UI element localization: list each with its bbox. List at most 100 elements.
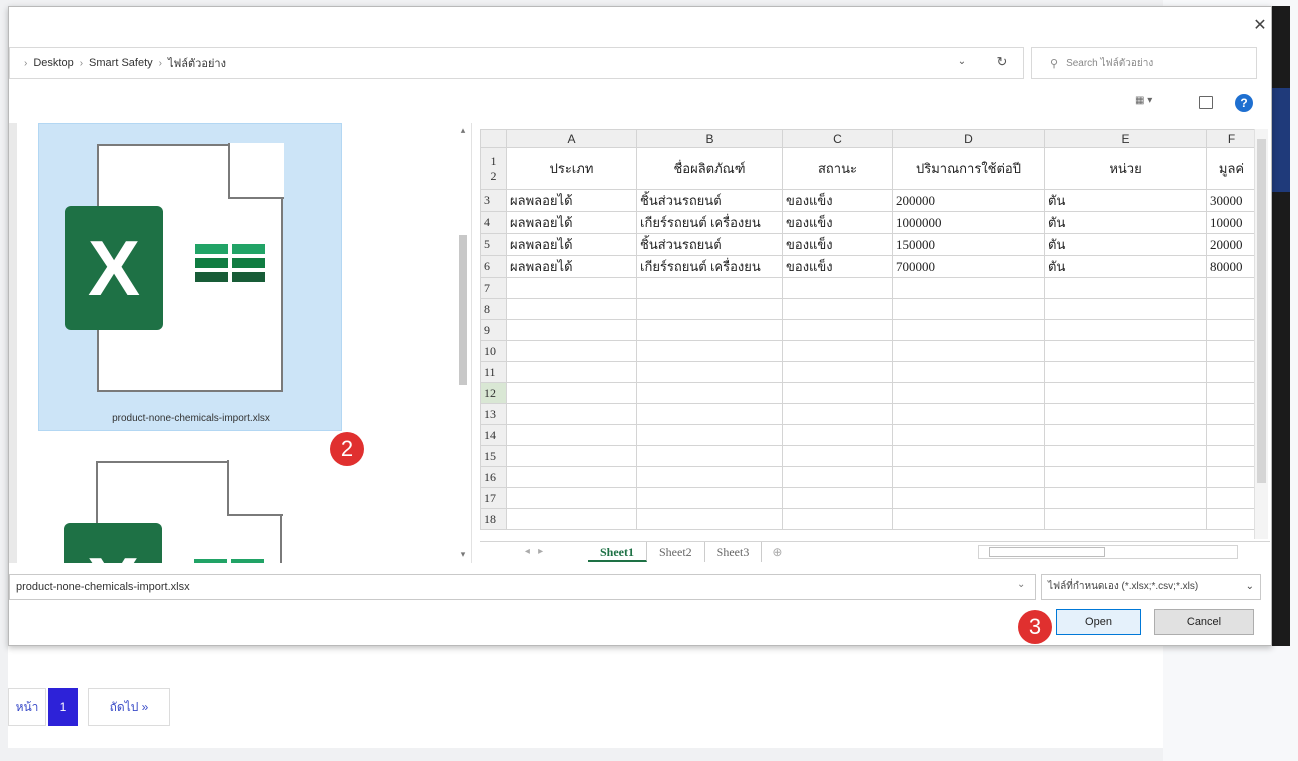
row-number: 15 <box>480 445 507 467</box>
table-cell <box>782 487 893 509</box>
table-row: 18 <box>480 508 1257 530</box>
excel-logo-icon: X <box>64 523 162 563</box>
chevron-down-icon[interactable]: ⌄ <box>954 56 970 72</box>
sheet-tab-3[interactable]: Sheet3 <box>705 541 763 562</box>
table-cell <box>506 508 637 530</box>
header-cell: ชื่อผลิตภัณฑ์ <box>636 147 783 190</box>
table-cell: 1000000 <box>892 211 1045 234</box>
table-cell: ตัน <box>1044 211 1207 234</box>
file-type-select[interactable]: ไฟล์ที่กำหนดเอง (*.xlsx;*.csv;*.xls) ⌄ <box>1041 574 1261 600</box>
column-header: B <box>636 129 783 148</box>
table-cell <box>1206 382 1257 404</box>
row-number: 10 <box>480 340 507 362</box>
scrollbar-thumb[interactable] <box>989 547 1105 557</box>
breadcrumb-separator-icon: › <box>158 57 162 69</box>
table-cell: ผลพลอยได้ <box>506 255 637 278</box>
search-placeholder: Search ไฟล์ตัวอย่าง <box>1066 57 1154 69</box>
breadcrumb-item-sample-files[interactable]: ไฟล์ตัวอย่าง <box>168 54 226 72</box>
header-cell: มูลค่ <box>1206 147 1257 190</box>
table-cell <box>782 466 893 488</box>
column-header: E <box>1044 129 1207 148</box>
search-input[interactable]: ⚲ Search ไฟล์ตัวอย่าง <box>1031 47 1257 79</box>
table-cell: ชิ้นส่วนรถยนต์ <box>636 189 783 212</box>
table-cell <box>892 487 1045 509</box>
table-cell <box>506 277 637 299</box>
breadcrumb-item-desktop[interactable]: Desktop <box>33 57 73 69</box>
spreadsheet-grid-icon <box>194 559 264 563</box>
header-cell: ปริมาณการใช้ต่อปี <box>892 147 1045 190</box>
file-item[interactable]: X product-none-chemicals-import.xlsx <box>38 123 342 431</box>
sheet-nav-arrows-icon[interactable]: ◂ ▸ <box>480 546 588 557</box>
row-number: 3 <box>480 189 507 212</box>
table-cell <box>506 298 637 320</box>
table-row: 17 <box>480 487 1257 509</box>
table-cell <box>636 340 783 362</box>
table-cell: ผลพลอยได้ <box>506 189 637 212</box>
row-number: 6 <box>480 255 507 278</box>
open-button[interactable]: Open <box>1056 609 1141 635</box>
scroll-down-icon[interactable]: ▾ <box>457 549 469 560</box>
refresh-icon[interactable]: ↻ <box>993 54 1011 72</box>
column-header: D <box>892 129 1045 148</box>
table-cell <box>1206 403 1257 425</box>
table-row: 6 ผลพลอยได้ เกียร์รถยนต์ เครื่องยน ของแข็ง 7… <box>480 255 1257 278</box>
preview-scrollbar[interactable] <box>1254 129 1268 539</box>
pagination-next[interactable]: ถัดไป » <box>88 688 170 726</box>
table-cell: 80000 <box>1206 255 1257 278</box>
table-cell <box>1044 403 1207 425</box>
chevron-down-icon[interactable]: ⌄ <box>1017 579 1025 590</box>
table-cell <box>636 424 783 446</box>
table-row: 7 <box>480 277 1257 299</box>
row-number: 7 <box>480 277 507 299</box>
spreadsheet-grid-icon <box>195 244 265 286</box>
file-list-scrollbar[interactable]: ▴ ▾ <box>455 125 471 565</box>
table-row: 9 <box>480 319 1257 341</box>
table-cell <box>636 445 783 467</box>
breadcrumb-item-smart-safety[interactable]: Smart Safety <box>89 57 153 69</box>
row-number: 17 <box>480 487 507 509</box>
table-cell <box>782 298 893 320</box>
background-content-panel <box>8 640 1163 748</box>
table-cell: ชิ้นส่วนรถยนต์ <box>636 233 783 256</box>
breadcrumb[interactable]: › Desktop › Smart Safety › ไฟล์ตัวอย่าง <box>9 47 1024 79</box>
table-cell <box>782 424 893 446</box>
pagination-prev[interactable]: หน้า <box>8 688 46 726</box>
column-header: F <box>1206 129 1257 148</box>
close-icon[interactable]: ✕ <box>1249 15 1271 37</box>
table-cell: เกียร์รถยนต์ เครื่องยน <box>636 255 783 278</box>
header-cell: หน่วย <box>1044 147 1207 190</box>
scroll-up-icon[interactable]: ▴ <box>457 125 469 136</box>
horizontal-scrollbar[interactable] <box>978 545 1238 559</box>
table-cell <box>1044 340 1207 362</box>
table-cell: ผลพลอยได้ <box>506 233 637 256</box>
add-sheet-icon[interactable]: ⊕ <box>762 545 792 559</box>
table-cell <box>506 403 637 425</box>
table-cell <box>636 319 783 341</box>
cancel-button[interactable]: Cancel <box>1154 609 1254 635</box>
file-item[interactable]: X <box>38 441 342 563</box>
header-cell: ประเภท <box>506 147 637 190</box>
file-open-dialog: ✕ › Desktop › Smart Safety › ไฟล์ตัวอย่า… <box>8 6 1272 646</box>
file-name-field[interactable]: product-none-chemicals-import.xlsx <box>9 574 1036 600</box>
view-options-icon[interactable]: ▦ ▾ <box>1135 95 1175 113</box>
sheet-tab-1[interactable]: Sheet1 <box>588 541 647 562</box>
file-list: X product-none-chemicals-import.xlsx 2 X <box>9 123 469 563</box>
table-cell <box>1044 277 1207 299</box>
table-cell <box>892 298 1045 320</box>
column-header: C <box>782 129 893 148</box>
table-row: 3 ผลพลอยได้ ชิ้นส่วนรถยนต์ ของแข็ง 200000 ตัน… <box>480 189 1257 212</box>
table-cell <box>892 382 1045 404</box>
table-cell <box>782 445 893 467</box>
pagination-page-1[interactable]: 1 <box>48 688 78 726</box>
help-icon[interactable]: ? <box>1235 94 1253 112</box>
table-cell <box>1044 424 1207 446</box>
sheet-tab-2[interactable]: Sheet2 <box>647 541 705 562</box>
scrollbar-thumb[interactable] <box>1257 139 1266 483</box>
table-cell <box>506 361 637 383</box>
row-number: 9 <box>480 319 507 341</box>
table-cell <box>892 424 1045 446</box>
scrollbar-thumb[interactable] <box>459 235 467 385</box>
preview-pane-icon[interactable] <box>1199 96 1213 109</box>
chevron-down-icon: ⌄ <box>1245 581 1254 592</box>
table-row: 16 <box>480 466 1257 488</box>
